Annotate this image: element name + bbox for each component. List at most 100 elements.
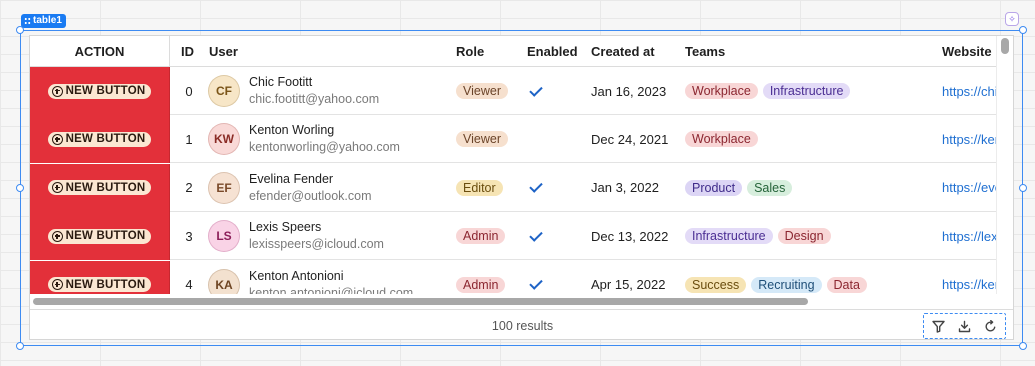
user-email: kentonworling@yahoo.com [249, 140, 400, 155]
team-tag: Success [685, 276, 747, 293]
data-table: ACTION ID User Role Enabled Created at T… [29, 35, 1014, 340]
action-cell: NEW BUTTON [30, 115, 170, 164]
id-cell: 0 [185, 83, 193, 99]
table-footer: 100 results [30, 309, 1013, 339]
user-email: lexisspeers@icloud.com [249, 237, 384, 252]
id-cell: 3 [185, 228, 193, 244]
drag-grip-icon[interactable] [24, 17, 31, 25]
team-tag: Infrastructure [685, 228, 773, 245]
table-row[interactable]: NEW BUTTON 1 KW Kenton Worling kentonworlin… [30, 115, 998, 164]
column-header-action[interactable]: ACTION [30, 36, 170, 67]
team-tag: Design [777, 228, 831, 245]
widget-name: table1 [33, 15, 62, 26]
checkmark-icon [529, 82, 543, 97]
role-cell: Viewer [456, 67, 508, 115]
resize-handle-left[interactable] [16, 184, 24, 192]
plus-circle-icon [51, 230, 63, 242]
resize-handle-right[interactable] [1019, 184, 1027, 192]
enabled-cell [528, 115, 544, 163]
table-row[interactable]: NEW BUTTON 0 CF Chic Footitt chic.footitt@y… [30, 67, 998, 115]
new-button-label: NEW BUTTON [65, 85, 146, 97]
download-icon[interactable] [956, 318, 972, 334]
resize-handle-top-left[interactable] [16, 26, 24, 34]
vertical-scroll-thumb[interactable] [1001, 38, 1009, 54]
avatar: CF [208, 75, 240, 107]
new-button[interactable]: NEW BUTTON [47, 83, 152, 99]
plus-circle-icon [51, 85, 63, 97]
user-email: chic.footitt@yahoo.com [249, 92, 380, 106]
new-button[interactable]: NEW BUTTON [47, 131, 152, 147]
role-badge: Viewer [456, 131, 508, 148]
teams-cell: Product Sales [685, 164, 793, 212]
column-header-website[interactable]: Website [942, 36, 992, 67]
horizontal-scroll-thumb[interactable] [33, 298, 808, 305]
avatar: EF [208, 171, 240, 204]
plus-circle-icon [51, 279, 63, 291]
checkmark-icon [529, 276, 543, 290]
created-at-cell: Jan 3, 2022 [591, 180, 659, 196]
new-button[interactable]: NEW BUTTON [47, 277, 152, 293]
column-header-role[interactable]: Role [456, 36, 484, 67]
created-at-cell: Dec 13, 2022 [591, 228, 669, 244]
column-header-teams[interactable]: Teams [685, 36, 725, 67]
checkmark-icon [529, 179, 543, 194]
new-button-label: NEW BUTTON [65, 181, 146, 194]
team-tag: Sales [747, 179, 793, 196]
id-cell: 2 [185, 180, 193, 196]
avatar: KW [208, 123, 240, 156]
avatar: LS [208, 220, 240, 253]
results-count: 100 results [491, 319, 554, 333]
table-row[interactable]: NEW BUTTON 3 LS Lexis Speers lexisspeers@ic… [30, 212, 998, 261]
user-name: Lexis Speers [249, 220, 322, 235]
teams-cell: Infrastructure Design [685, 212, 831, 260]
resize-handle-bottom-right[interactable] [1019, 342, 1027, 350]
created-at-cell: Jan 16, 2023 [591, 83, 667, 99]
ai-sparkle-icon[interactable]: ✧ [1005, 12, 1019, 26]
team-tag: Infrastructure [762, 83, 851, 99]
new-button-label: NEW BUTTON [65, 133, 146, 146]
website-link[interactable]: https://kent [942, 115, 998, 163]
enabled-cell [528, 67, 544, 115]
plus-circle-icon [51, 133, 63, 145]
team-tag: Workplace [685, 131, 758, 148]
teams-cell: Workplace Infrastructure [685, 67, 851, 115]
table-row[interactable]: NEW BUTTON 2 EF Evelina Fender efender@outl… [30, 163, 998, 212]
table-toolbar [923, 313, 1006, 339]
website-link[interactable]: https://lex [942, 212, 998, 260]
column-header-enabled[interactable]: Enabled [527, 36, 578, 67]
role-cell: Viewer [456, 115, 508, 163]
user-name: Kenton Worling [249, 123, 335, 138]
refresh-icon[interactable] [982, 318, 998, 334]
role-badge: Admin [456, 228, 506, 245]
resize-handle-bottom-left[interactable] [16, 342, 24, 350]
horizontal-scrollbar[interactable] [30, 294, 998, 309]
website-link[interactable]: https://chic [942, 67, 998, 115]
column-header-user[interactable]: User [209, 36, 238, 67]
enabled-cell [528, 164, 544, 212]
role-badge: Admin [456, 276, 506, 293]
user-name: Evelina Fender [249, 171, 334, 186]
resize-handle-top-right[interactable] [1019, 26, 1027, 34]
website-link[interactable]: https://eve [942, 164, 998, 212]
role-cell: Admin [456, 212, 506, 260]
team-tag: Data [826, 276, 867, 293]
action-cell: NEW BUTTON [30, 212, 170, 261]
role-cell: Editor [456, 164, 503, 212]
action-cell: NEW BUTTON [30, 67, 170, 115]
vertical-scrollbar[interactable] [996, 36, 1013, 294]
role-badge: Viewer [456, 83, 508, 99]
team-tag: Product [685, 179, 743, 196]
new-button[interactable]: NEW BUTTON [47, 228, 152, 244]
enabled-cell [528, 212, 544, 260]
created-at-cell: Dec 24, 2021 [591, 131, 669, 147]
filter-icon[interactable] [931, 318, 947, 334]
user-name: Chic Footitt [249, 75, 313, 89]
new-button-label: NEW BUTTON [65, 230, 146, 243]
widget-name-tag[interactable]: table1 [21, 14, 66, 28]
new-button[interactable]: NEW BUTTON [47, 180, 152, 196]
team-tag: Recruiting [751, 276, 822, 293]
checkmark-icon [529, 228, 543, 242]
team-tag: Workplace [685, 83, 758, 99]
column-header-created[interactable]: Created at [591, 36, 655, 67]
column-header-id[interactable]: ID [181, 36, 194, 67]
